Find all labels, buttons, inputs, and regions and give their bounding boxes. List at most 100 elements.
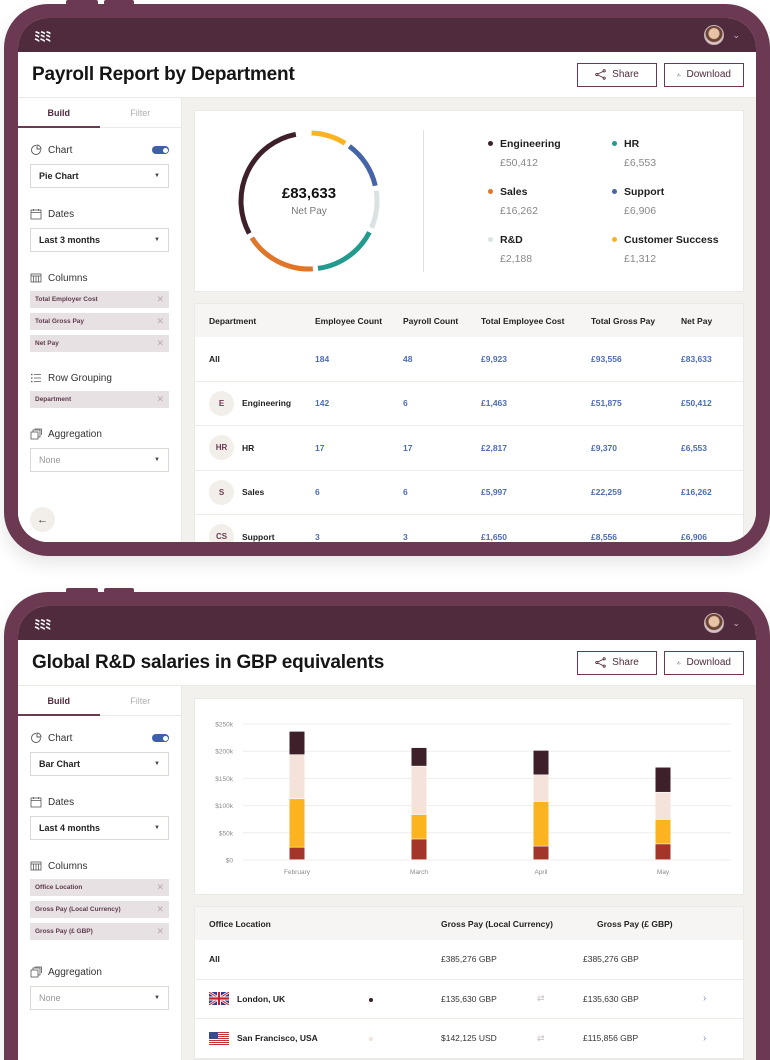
column-chip[interactable]: Total Employer Cost ✕ (30, 291, 169, 308)
remove-icon[interactable]: ✕ (156, 294, 164, 305)
bar-segment-february-series-4[interactable] (289, 731, 305, 755)
chevron-right-icon[interactable]: › (703, 1033, 743, 1044)
table-row[interactable]: London, UK £135,630 GBP ⇄ £135,630 GBP › (195, 980, 743, 1019)
payroll-count[interactable]: 17 (389, 443, 467, 453)
aggregation-select[interactable]: None ▼ (30, 448, 169, 472)
total-gross-pay[interactable]: £51,875 (577, 398, 667, 408)
table-row[interactable]: All £385,276 GBP £385,276 GBP (195, 940, 743, 980)
net-pay[interactable]: £6,906 (667, 532, 743, 542)
bar-segment-march-series-3[interactable] (411, 766, 427, 815)
bar-segment-may-series-1[interactable] (655, 844, 671, 860)
total-gross-pay[interactable]: £9,370 (577, 443, 667, 453)
column-chip[interactable]: Gross Pay (£ GBP) ✕ (30, 923, 169, 940)
column-header[interactable]: Payroll Count (389, 316, 467, 326)
net-pay[interactable]: £6,553 (667, 443, 743, 453)
column-header[interactable]: Office Location (195, 919, 427, 929)
share-button[interactable]: Share (577, 62, 657, 87)
total-gross-pay[interactable]: £8,556 (577, 532, 667, 542)
column-chip[interactable]: Office Location ✕ (30, 879, 169, 896)
column-chip[interactable]: Total Gross Pay ✕ (30, 313, 169, 330)
net-pay[interactable]: £16,262 (667, 487, 743, 497)
column-header[interactable]: Total Employee Cost (467, 316, 577, 326)
net-pay[interactable]: £83,633 (667, 354, 743, 364)
column-header[interactable]: Gross Pay (Local Currency) (427, 919, 583, 929)
table-row[interactable]: San Francisco, USA $142,125 USD ⇄ £115,856 … (195, 1019, 743, 1059)
chart-toggle[interactable] (152, 734, 169, 742)
chevron-right-icon[interactable]: › (703, 993, 743, 1004)
user-avatar[interactable] (704, 613, 725, 633)
bar-segment-april-series-1[interactable] (533, 846, 549, 860)
table-row[interactable]: HR HR 17 17 £2,817 £9,370 £6,553 (195, 426, 743, 471)
download-button[interactable]: Download (664, 650, 744, 675)
donut-segment-support[interactable] (347, 144, 378, 187)
bar-segment-may-series-4[interactable] (655, 767, 671, 792)
remove-icon[interactable]: ✕ (156, 394, 164, 405)
grouping-chip[interactable]: Department ✕ (30, 391, 169, 408)
bar-segment-april-series-3[interactable] (533, 775, 549, 802)
tab-filter[interactable]: Filter (100, 686, 182, 715)
column-header[interactable]: Net Pay (667, 316, 743, 326)
logo-icon[interactable]: ﾐﾐﾐ (34, 26, 51, 45)
tab-filter[interactable]: Filter (100, 98, 182, 127)
table-row[interactable]: All 184 48 £9,923 £93,556 £83,633 (195, 337, 743, 382)
donut-segment-customer-success[interactable] (311, 130, 347, 146)
download-button[interactable]: Download (664, 62, 744, 87)
bar-segment-march-series-2[interactable] (411, 814, 427, 839)
donut-segment-hr[interactable] (317, 231, 372, 271)
user-menu[interactable]: ⌄ (704, 25, 740, 45)
table-row[interactable]: CS Support 3 3 £1,650 £8,556 £6,906 (195, 515, 743, 542)
total-employee-cost[interactable]: £2,817 (467, 443, 577, 453)
total-employee-cost[interactable]: £5,997 (467, 487, 577, 497)
remove-icon[interactable]: ✕ (156, 338, 164, 349)
employee-count[interactable]: 6 (301, 487, 389, 497)
payroll-count[interactable]: 6 (389, 398, 467, 408)
total-gross-pay[interactable]: £93,556 (577, 354, 667, 364)
chevron-down-icon[interactable]: ⌄ (732, 30, 740, 41)
remove-icon[interactable]: ✕ (156, 926, 164, 937)
aggregation-select[interactable]: None ▼ (30, 986, 169, 1010)
remove-icon[interactable]: ✕ (156, 316, 164, 327)
total-employee-cost[interactable]: £1,463 (467, 398, 577, 408)
donut-segment-engineering[interactable] (238, 131, 297, 235)
total-employee-cost[interactable]: £1,650 (467, 532, 577, 542)
user-avatar[interactable] (704, 25, 725, 45)
back-button[interactable]: ← (30, 507, 55, 532)
bar-segment-february-series-2[interactable] (289, 799, 305, 847)
column-chip[interactable]: Net Pay ✕ (30, 335, 169, 352)
table-row[interactable]: S Sales 6 6 £5,997 £22,259 £16,262 (195, 471, 743, 515)
employee-count[interactable]: 142 (301, 398, 389, 408)
column-header[interactable]: Department (195, 316, 301, 326)
chart-type-select[interactable]: Pie Chart ▼ (30, 164, 169, 188)
remove-icon[interactable]: ✕ (156, 882, 164, 893)
employee-count[interactable]: 17 (301, 443, 389, 453)
column-header[interactable]: Gross Pay (£ GBP) (583, 919, 673, 929)
bar-segment-march-series-1[interactable] (411, 839, 427, 860)
column-header[interactable]: Employee Count (301, 316, 389, 326)
employee-count[interactable]: 184 (301, 354, 389, 364)
dates-select[interactable]: Last 4 months ▼ (30, 816, 169, 840)
share-button[interactable]: Share (577, 650, 657, 675)
chart-type-select[interactable]: Bar Chart ▼ (30, 752, 169, 776)
bar-segment-may-series-2[interactable] (655, 819, 671, 844)
payroll-count[interactable]: 6 (389, 487, 467, 497)
donut-segment-sales[interactable] (249, 236, 313, 272)
column-header[interactable]: Total Gross Pay (577, 316, 667, 326)
dates-select[interactable]: Last 3 months ▼ (30, 228, 169, 252)
bar-segment-february-series-1[interactable] (289, 847, 305, 860)
chevron-down-icon[interactable]: ⌄ (732, 618, 740, 629)
employee-count[interactable]: 3 (301, 532, 389, 542)
bar-segment-march-series-4[interactable] (411, 747, 427, 766)
total-employee-cost[interactable]: £9,923 (467, 354, 577, 364)
bar-segment-april-series-4[interactable] (533, 750, 549, 775)
bar-segment-april-series-2[interactable] (533, 801, 549, 846)
payroll-count[interactable]: 48 (389, 354, 467, 364)
column-chip[interactable]: Gross Pay (Local Currency) ✕ (30, 901, 169, 918)
total-gross-pay[interactable]: £22,259 (577, 487, 667, 497)
bar-segment-may-series-3[interactable] (655, 792, 671, 820)
chart-toggle[interactable] (152, 146, 169, 154)
logo-icon[interactable]: ﾐﾐﾐ (34, 614, 51, 633)
net-pay[interactable]: £50,412 (667, 398, 743, 408)
tab-build[interactable]: Build (18, 686, 100, 716)
remove-icon[interactable]: ✕ (156, 904, 164, 915)
table-row[interactable]: E Engineering 142 6 £1,463 £51,875 £50,412 (195, 382, 743, 426)
